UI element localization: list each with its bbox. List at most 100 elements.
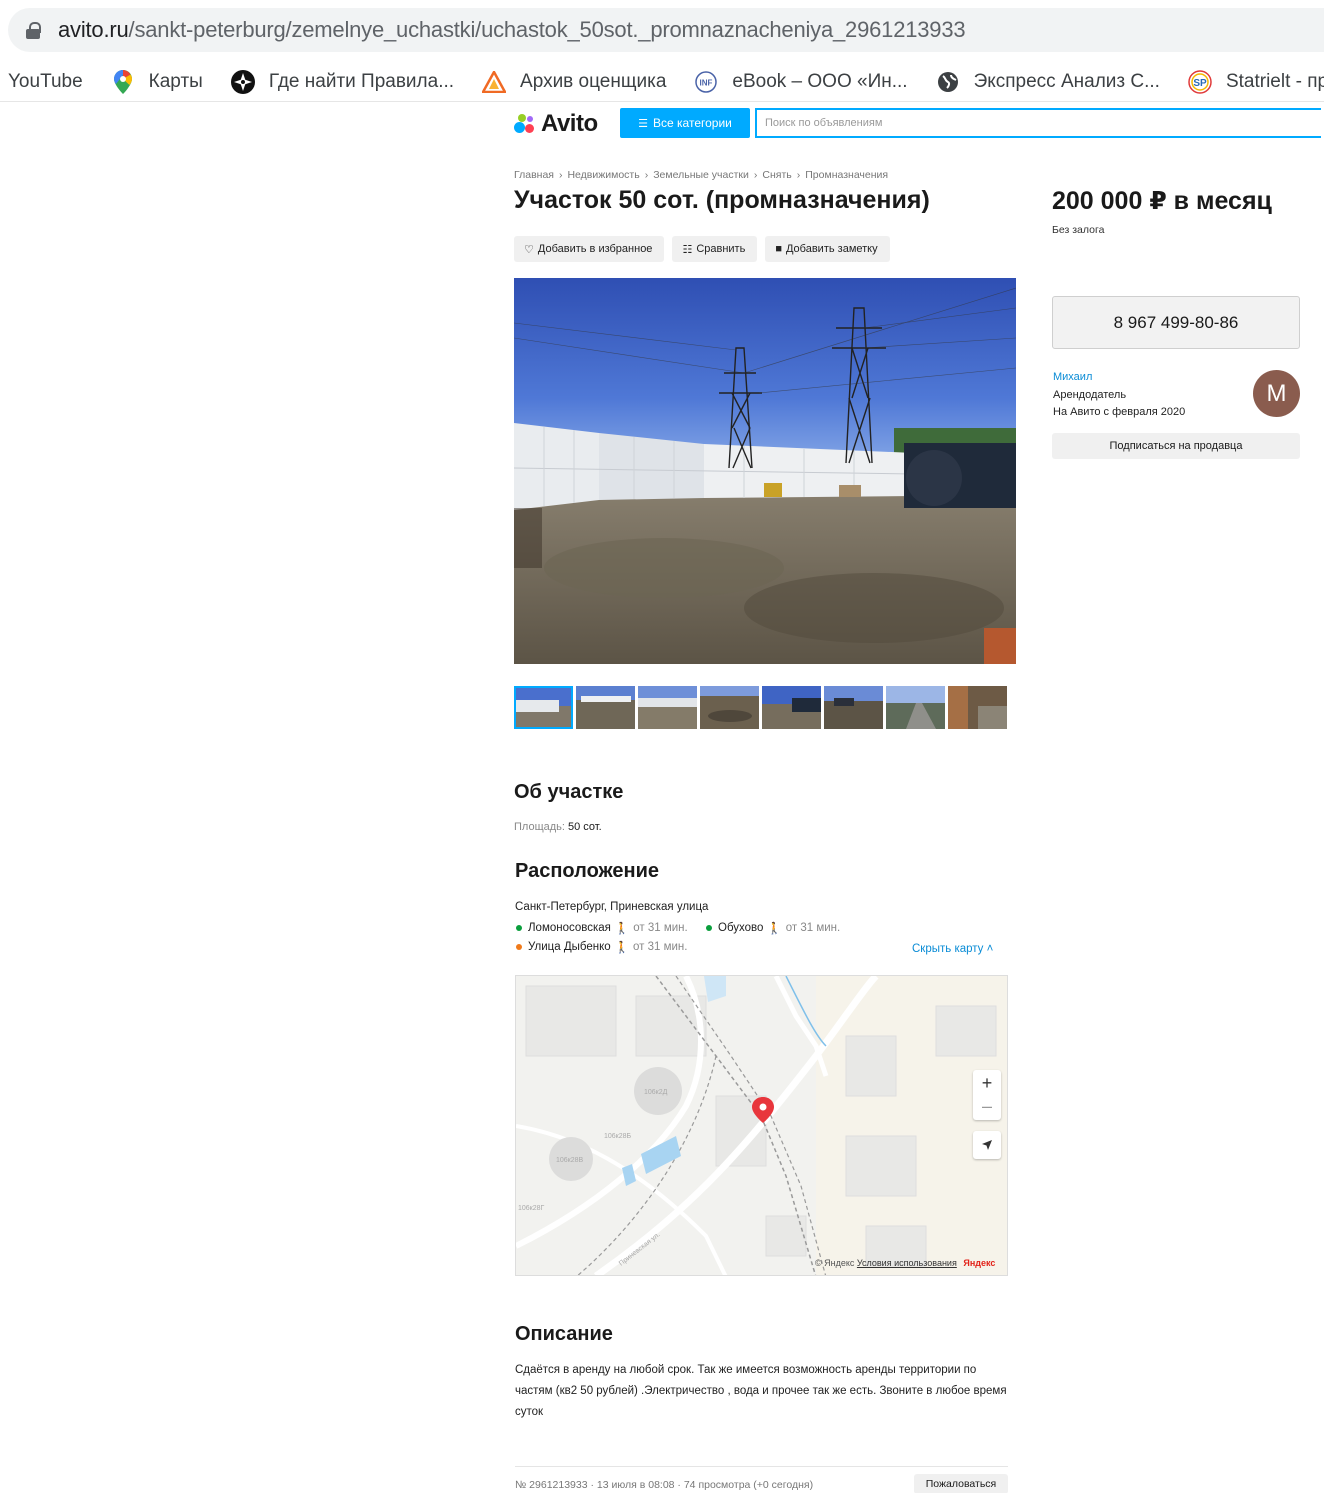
listing-meta: № 2961213933 · 13 июля в 08:08 · 74 прос… — [515, 1479, 814, 1491]
search-input[interactable]: Поиск по объявлениям — [755, 108, 1321, 138]
hide-map-link[interactable]: Скрыть карту ˄ — [912, 943, 993, 955]
breadcrumb-item[interactable]: Земельные участки — [653, 169, 749, 181]
location-arrow-icon — [982, 1140, 992, 1150]
bookmark-label: Statrielt - прода — [1225, 70, 1324, 92]
globe-icon — [936, 70, 960, 94]
description-text: Сдаётся в аренду на любой срок. Так же и… — [515, 1364, 1007, 1418]
compare-label: Сравнить — [696, 243, 746, 255]
yandex-logo[interactable]: Яндекс — [963, 1258, 995, 1268]
metro-dot-icon — [706, 925, 712, 931]
bookmark-label: Архив оценщика — [520, 70, 667, 92]
show-phone-button[interactable]: 8 967 499-80-86 — [1052, 296, 1300, 349]
geolocation-button[interactable] — [973, 1131, 1001, 1159]
deposit-note: Без залога — [1052, 224, 1105, 236]
note-label: Добавить заметку — [785, 243, 878, 255]
ebook-icon: INF — [694, 70, 718, 94]
area-label: Площадь: — [514, 821, 565, 833]
location-map[interactable]: 106к2Д 106к28Б 106к28В 106к28Г Приневска… — [515, 975, 1008, 1276]
bookmark-youtube[interactable]: YouTube — [8, 71, 83, 93]
bookmark-ebook[interactable]: INF eBook – ООО «Ин... — [694, 70, 908, 94]
all-categories-label: Все категории — [653, 116, 732, 130]
land-plot-photo — [514, 278, 1016, 664]
photo-thumbnail[interactable] — [762, 686, 821, 729]
photo-thumbnail[interactable] — [638, 686, 697, 729]
avito-logo[interactable]: Avito — [514, 110, 598, 138]
statrielt-icon: SP — [1188, 69, 1212, 94]
zoom-out-icon[interactable]: – — [975, 1095, 999, 1117]
bookmark-label: eBook – ООО «Ин... — [732, 70, 908, 92]
avatar[interactable]: М — [1253, 370, 1300, 417]
favorites-label: Добавить в избранное — [537, 243, 653, 255]
map-canvas: 106к2Д 106к28Б 106к28В 106к28Г Приневска… — [516, 976, 1007, 1275]
compare-button[interactable]: ☷ Сравнить — [672, 236, 758, 262]
photo-thumbnail[interactable] — [948, 686, 1007, 729]
map-label: 106к28В — [556, 1157, 584, 1164]
walk-icon: 🚶 — [614, 942, 629, 954]
breadcrumb-item[interactable]: Снять — [762, 169, 791, 181]
zoom-in-icon[interactable]: + — [975, 1072, 999, 1094]
report-button[interactable]: Пожаловаться — [914, 1474, 1008, 1493]
bookmark-rules[interactable]: Где найти Правила... — [230, 69, 454, 94]
location-heading: Расположение — [515, 860, 660, 882]
listing-actions: ♡ Добавить в избранное ☷ Сравнить ■ Доба… — [514, 236, 890, 262]
seller-name-link[interactable]: Михаил — [1053, 371, 1092, 383]
seller-role: Арендодатель — [1053, 389, 1127, 401]
url-text[interactable]: avito.ru/sankt-peterburg/zemelnye_uchast… — [58, 17, 966, 43]
area-param: Площадь: 50 сот. — [514, 821, 602, 833]
photo-thumbnail[interactable] — [700, 686, 759, 729]
breadcrumb-item[interactable]: Недвижимость — [567, 169, 639, 181]
map-copyright: © Яндекс — [815, 1258, 855, 1268]
breadcrumb-item[interactable]: Промназначения — [805, 169, 888, 181]
photo-thumbnail[interactable] — [514, 686, 573, 729]
bookmark-label: Экспресс Анализ С... — [973, 70, 1160, 92]
compare-icon: ☷ — [682, 243, 693, 256]
search-placeholder: Поиск по объявлениям — [765, 117, 883, 129]
address-bar[interactable]: avito.ru/sankt-peterburg/zemelnye_uchast… — [8, 8, 1324, 52]
walk-icon: 🚶 — [767, 923, 782, 935]
subscribe-seller-button[interactable]: Подписаться на продавца — [1052, 433, 1300, 459]
metro-station: Улица Дыбенко 🚶 от 31 мин. — [516, 940, 687, 954]
metro-name: Обухово — [718, 922, 764, 934]
bookmark-statrielt[interactable]: SP Statrielt - прода — [1188, 69, 1324, 94]
chevron-up-icon: ˄ — [986, 943, 994, 955]
compass-icon — [230, 69, 255, 94]
seller-since: На Авито с февраля 2020 — [1053, 406, 1186, 418]
photo-thumbnail[interactable] — [576, 686, 635, 729]
map-attribution: © Яндекс Условия использования Яндекс — [815, 1258, 995, 1268]
note-icon: ■ — [775, 243, 782, 255]
metro-distance: от 31 мин. — [785, 922, 841, 934]
all-categories-button[interactable]: ☰ Все категории — [620, 108, 750, 138]
main-photo[interactable] — [514, 278, 1016, 664]
bookmark-archive[interactable]: Архив оценщика — [482, 70, 666, 94]
metro-dot-icon — [516, 944, 522, 950]
add-note-button[interactable]: ■ Добавить заметку — [765, 236, 890, 262]
bookmark-express[interactable]: Экспресс Анализ С... — [936, 70, 1160, 94]
description-heading: Описание — [515, 1323, 613, 1345]
metro-distance: от 31 мин. — [633, 922, 688, 934]
bookmarks-bar: YouTube Карты Где найти Правила... Архив… — [0, 62, 1324, 102]
maps-pin-icon — [111, 69, 135, 94]
svg-text:SP: SP — [1193, 78, 1207, 89]
bookmark-label: YouTube — [8, 70, 83, 92]
map-terms-link[interactable]: Условия использования — [857, 1258, 957, 1268]
hide-map-label: Скрыть карту — [912, 943, 984, 955]
bookmark-label: Карты — [148, 70, 203, 92]
svg-text:INF: INF — [700, 78, 713, 87]
photo-thumbnail[interactable] — [886, 686, 945, 729]
avito-logo-text: Avito — [541, 110, 598, 137]
map-label: 106к2Д — [644, 1089, 668, 1096]
address-text: Санкт-Петербург, Приневская улица — [515, 901, 709, 913]
about-heading: Об участке — [514, 781, 624, 803]
lock-icon — [26, 21, 41, 39]
breadcrumb: Главная › Недвижимость › Земельные участки › С… — [514, 169, 889, 181]
photo-thumbnail[interactable] — [824, 686, 883, 729]
photo-thumbnails — [514, 686, 1007, 729]
triangle-icon — [482, 70, 507, 94]
add-to-favorites-button[interactable]: ♡ Добавить в избранное — [514, 236, 665, 262]
breadcrumb-item[interactable]: Главная — [514, 169, 554, 181]
divider — [515, 1466, 1008, 1467]
bookmark-maps[interactable]: Карты — [111, 69, 203, 94]
map-label: 106к28Г — [518, 1205, 545, 1212]
metro-name: Ломоносовская — [528, 922, 611, 934]
url-host: avito.ru — [58, 17, 129, 42]
